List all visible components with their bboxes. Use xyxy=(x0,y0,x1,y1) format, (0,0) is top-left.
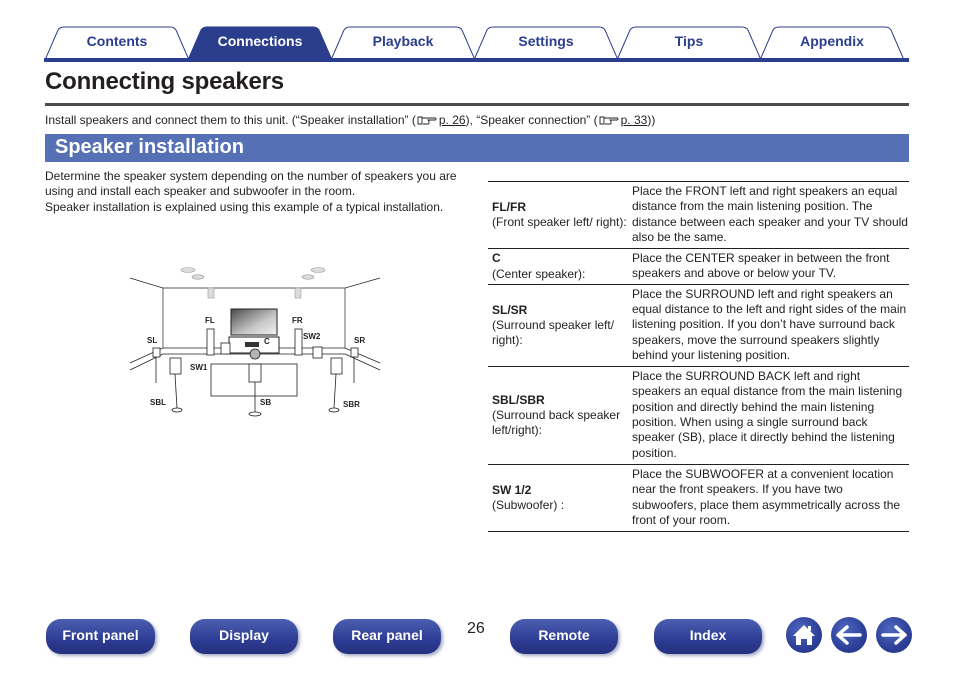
intro-text: Install speakers and connect them to thi… xyxy=(45,113,655,127)
right-wall xyxy=(344,277,381,364)
front-right-speaker xyxy=(294,328,303,356)
speaker-code: SL/SR xyxy=(492,302,528,317)
table-row: SL/SR (Surround speaker left/ right): Pl… xyxy=(488,284,909,367)
surround-right-speaker xyxy=(350,347,359,358)
rear-panel-button[interactable]: Rear panel xyxy=(333,619,441,654)
speaker-code: FL/FR xyxy=(492,199,526,214)
label-sw2: SW2 xyxy=(303,332,321,341)
label-sw1: SW1 xyxy=(190,363,208,372)
back-button[interactable] xyxy=(831,617,867,653)
table-row: SBL/SBR (Surround back speaker left/righ… xyxy=(488,366,909,465)
speaker-name: (Front speaker left/ right): xyxy=(492,215,627,229)
subwoofer-1 xyxy=(220,342,231,355)
label-c: C xyxy=(264,337,270,346)
speaker-name: (Subwoofer) : xyxy=(492,498,565,512)
speaker-term: C (Center speaker): xyxy=(488,249,628,285)
front-left-speaker xyxy=(206,328,215,356)
section-title: Speaker installation xyxy=(55,136,244,158)
back-arrow-icon xyxy=(836,625,862,645)
speaker-code: SBL/SBR xyxy=(492,392,545,407)
table-row: FL/FR (Front speaker left/ right): Place… xyxy=(488,181,909,249)
forward-arrow-icon xyxy=(881,625,907,645)
body-paragraph: Determine the speaker system depending o… xyxy=(45,169,457,199)
subwoofer-2 xyxy=(312,346,323,359)
page-title: Connecting speakers xyxy=(45,68,284,95)
label-sb: SB xyxy=(260,398,271,407)
tab-label: Playback xyxy=(372,33,434,49)
intro-suffix: )) xyxy=(647,113,656,127)
index-button[interactable]: Index xyxy=(654,619,762,654)
display-button[interactable]: Display xyxy=(190,619,298,654)
table-row: C (Center speaker): Place the CENTER spe… xyxy=(488,248,909,285)
speaker-description: Place the FRONT left and right speakers … xyxy=(632,183,908,244)
table-row: SW 1/2 (Subwoofer) : Place the SUBWOOFER… xyxy=(488,464,909,532)
tab-playback[interactable]: Playback xyxy=(330,26,476,60)
page-ref-link-26[interactable]: p. 26 xyxy=(439,113,466,127)
surround-left-speaker xyxy=(152,347,161,358)
tab-label: Settings xyxy=(518,33,574,49)
tab-connections[interactable]: Connections xyxy=(187,26,333,60)
label-sbl: SBL xyxy=(150,398,166,407)
speaker-description: Place the SURROUND left and right speake… xyxy=(632,286,907,362)
tab-appendix[interactable]: Appendix xyxy=(759,26,905,60)
label-fl: FL xyxy=(205,316,215,325)
title-divider xyxy=(45,103,909,106)
speaker-term: FL/FR (Front speaker left/ right): xyxy=(488,182,628,249)
tab-settings[interactable]: Settings xyxy=(473,26,619,60)
forward-button[interactable] xyxy=(876,617,912,653)
speaker-code: C xyxy=(492,251,501,266)
body-text: Determine the speaker system depending o… xyxy=(45,169,465,215)
label-sr: SR xyxy=(354,336,365,345)
body-paragraph: Speaker installation is explained using … xyxy=(45,199,444,214)
intro-prefix: Install speakers and connect them to thi… xyxy=(45,113,416,127)
label-sl: SL xyxy=(147,336,157,345)
tab-label: Contents xyxy=(86,33,148,49)
speaker-term: SL/SR (Surround speaker left/ right): xyxy=(488,285,628,367)
ceiling-speakers xyxy=(180,267,326,299)
surround-back-left-speaker xyxy=(169,357,182,375)
speaker-description: Place the SURROUND BACK left and right s… xyxy=(632,369,903,460)
tab-label: Connections xyxy=(217,33,303,49)
speaker-description: Place the CENTER speaker in between the … xyxy=(632,250,890,280)
intro-middle: ), “Speaker connection” ( xyxy=(465,113,598,127)
speaker-term: SW 1/2 (Subwoofer) : xyxy=(488,465,628,532)
tv-icon xyxy=(228,308,280,354)
page-ref-link-33[interactable]: p. 33 xyxy=(621,113,648,127)
chapter-tabs: Contents Connections Playback Settings T… xyxy=(44,26,910,62)
label-sbr: SBR xyxy=(343,400,360,409)
tab-label: Tips xyxy=(674,33,704,49)
speaker-name: (Surround speaker left/ right): xyxy=(492,317,615,348)
front-panel-button[interactable]: Front panel xyxy=(46,619,155,654)
speaker-table: FL/FR (Front speaker left/ right): Place… xyxy=(488,181,909,532)
home-button[interactable] xyxy=(786,617,822,653)
speaker-name: (Surround back speaker left/right): xyxy=(492,407,621,438)
tab-tips[interactable]: Tips xyxy=(616,26,762,60)
tab-contents[interactable]: Contents xyxy=(44,26,190,60)
surround-back-right-speaker xyxy=(330,357,343,375)
room-illustration: FL FR C SL SR SW1 SW2 SBL SB SBR xyxy=(129,267,381,417)
surround-back-speaker xyxy=(248,363,262,383)
label-fr: FR xyxy=(292,316,303,325)
speaker-layout-diagram: FL FR C SL SR SW1 SW2 SBL SB SBR xyxy=(125,258,385,424)
remote-button[interactable]: Remote xyxy=(510,619,618,654)
tab-underline xyxy=(44,58,909,62)
speaker-name: (Center speaker): xyxy=(492,266,586,281)
speaker-term: SBL/SBR (Surround back speaker left/righ… xyxy=(488,367,628,465)
pointing-hand-icon xyxy=(599,116,619,125)
pointing-hand-icon xyxy=(417,116,437,125)
home-icon xyxy=(793,625,815,645)
section-header: Speaker installation xyxy=(45,134,909,162)
page-number: 26 xyxy=(467,620,485,637)
speaker-description: Place the SUBWOOFER at a convenient loca… xyxy=(632,466,901,527)
tab-label: Appendix xyxy=(800,33,864,49)
speaker-code: SW 1/2 xyxy=(492,482,532,497)
